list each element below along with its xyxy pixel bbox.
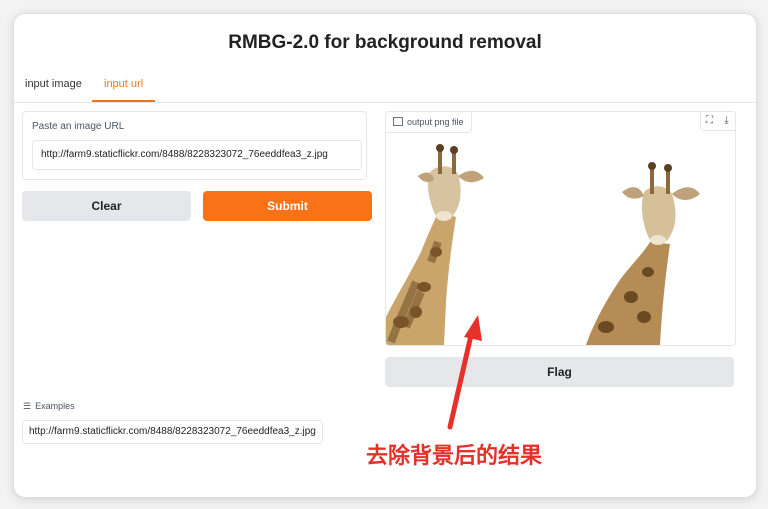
clear-button[interactable]: Clear [22,191,191,221]
annotation-text: 去除背景后的结果 [366,443,543,468]
list-icon: ☰ [23,401,32,411]
tab-input-url[interactable]: input url [92,69,156,102]
annotation-arrow [447,315,482,430]
tab-bar: input image input url [14,69,756,103]
url-field-label: Paste an image URL [32,121,125,132]
example-item[interactable]: http://farm9.staticflickr.com/8488/82283… [22,420,323,444]
examples-header: ☰ Examples [23,401,75,412]
output-label-text: output png file [407,117,464,127]
tab-input-image[interactable]: input image [25,69,82,102]
url-input[interactable]: http://farm9.staticflickr.com/8488/82283… [32,140,362,170]
download-icon[interactable]: ⤓ [718,112,735,130]
image-icon [393,117,403,126]
output-toolbar: ⛶ ⤓ [700,112,735,131]
fullscreen-icon[interactable]: ⛶ [701,112,718,130]
examples-label: Examples [35,401,75,411]
url-input-block: Paste an image URL http://farm9.staticfl… [22,111,367,180]
submit-button[interactable]: Submit [203,191,372,221]
output-label: output png file [386,112,472,133]
page-title: RMBG-2.0 for background removal [228,32,542,53]
giraffe-right [586,162,700,345]
app-window: RMBG-2.0 for background removal input im… [13,13,757,498]
